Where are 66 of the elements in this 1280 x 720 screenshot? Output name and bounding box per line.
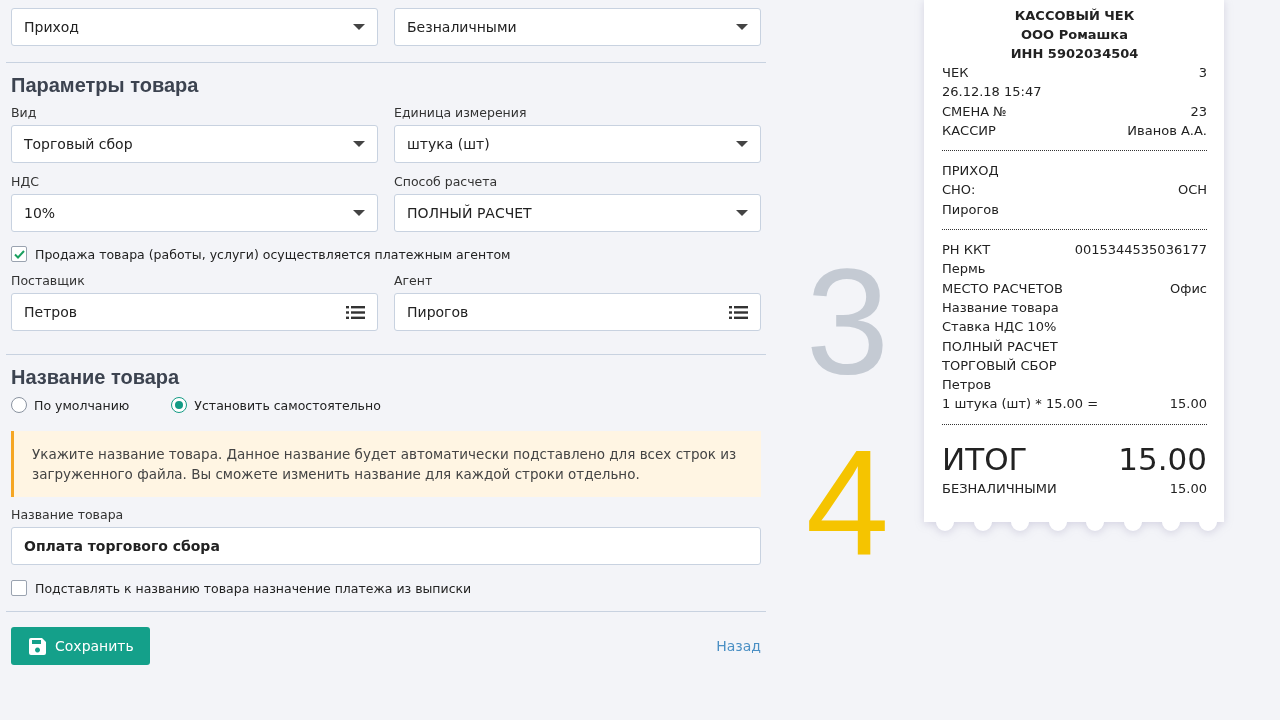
- receipt-text: ТОРГОВЫЙ СБОР: [942, 356, 1057, 375]
- field-label: Название товара: [11, 507, 124, 522]
- checkbox[interactable]: [11, 580, 27, 596]
- field-label: Единица измерения: [394, 105, 527, 120]
- dropdown[interactable]: Торговый сбор: [11, 125, 378, 163]
- receipt-value: 15.00: [1169, 479, 1207, 498]
- receipt-text: Петров: [942, 376, 992, 395]
- caret-icon: [353, 24, 365, 30]
- input-field[interactable]: Пирогов: [394, 293, 761, 331]
- radio-button[interactable]: [171, 397, 188, 413]
- receipt-text: ПОЛНЫЙ РАСЧЕТ: [942, 337, 1058, 356]
- checkbox-label: Продажа товара (работы, услуги) осуществляется платежным агентом: [35, 246, 511, 262]
- receipt-value: Иванов А.А.: [1127, 121, 1207, 140]
- radio-button[interactable]: [11, 397, 27, 413]
- caret-icon: [736, 24, 748, 30]
- list-icon[interactable]: [729, 305, 748, 319]
- field-label: Поставщик: [11, 273, 85, 288]
- caret-icon: [736, 141, 748, 147]
- receipt-value: 15.00: [1169, 395, 1207, 414]
- notice-message: Укажите название товара. Данное название будет автоматически подставлено для всех строк из загруженного файла. Вы сможете изменить название для каждой строки отдельно.: [11, 431, 761, 497]
- receipt-text: РН ККТ: [942, 241, 991, 260]
- receipt-value: ОСН: [1177, 181, 1207, 200]
- receipt-text: ЧЕК: [942, 64, 969, 82]
- dropdown[interactable]: ПОЛНЫЙ РАСЧЕТ: [394, 194, 761, 232]
- field-label: Способ расчета: [394, 174, 498, 189]
- receipt-text: СМЕНА №: [942, 102, 1007, 121]
- total-label: ИТОГ: [942, 439, 1028, 479]
- radio-label: По умолчанию: [34, 397, 130, 413]
- receipt-value: 0015344535036177: [1074, 241, 1207, 260]
- receipt-heading: КАССОВЫЙ ЧЕК: [1014, 7, 1135, 25]
- receipt-text: БЕЗНАЛИЧНЫМИ: [942, 479, 1057, 498]
- receipt-text: Пирогов: [942, 200, 999, 219]
- receipt-value: 3: [1198, 64, 1207, 82]
- receipt-text: Название товара: [942, 298, 1059, 317]
- radio-label: Установить самостоятельно: [194, 397, 381, 413]
- receipt-heading: ООО Ромашка: [1021, 26, 1128, 44]
- receipt-text: СНО:: [942, 181, 976, 200]
- field-label: Вид: [11, 105, 37, 120]
- receipt-text: Ставка НДС 10%: [942, 318, 1057, 337]
- receipt-text: Пермь: [942, 260, 986, 279]
- section-heading: Параметры товара: [11, 74, 199, 97]
- receipt-value: Офис: [1170, 279, 1207, 298]
- receipt-heading: ИНН 5902034504: [1010, 45, 1139, 63]
- dropdown[interactable]: Безналичными: [394, 8, 761, 46]
- step-number: 4: [805, 417, 890, 588]
- caret-icon: [736, 210, 748, 216]
- caret-icon: [353, 141, 365, 147]
- field-label: НДС: [11, 174, 39, 189]
- checkbox-label: Подставлять к названию товара назначение платежа из выписки: [35, 580, 472, 596]
- dropdown[interactable]: 10%: [11, 194, 378, 232]
- receipt-text: ПРИХОД: [942, 162, 999, 181]
- list-icon[interactable]: [346, 305, 365, 319]
- receipt-text: МЕСТО РАСЧЕТОВ: [942, 279, 1063, 298]
- section-heading: Название товара: [11, 366, 180, 389]
- total-amount: 15.00: [1118, 439, 1207, 479]
- input-field[interactable]: Оплата торгового сбора: [11, 527, 761, 565]
- dropdown[interactable]: Приход: [11, 8, 378, 46]
- checkbox[interactable]: [11, 246, 27, 262]
- input-field[interactable]: Петров: [11, 293, 378, 331]
- receipt-value: 23: [1190, 102, 1207, 121]
- receipt-text: КАССИР: [942, 121, 996, 140]
- dropdown[interactable]: штука (шт): [394, 125, 761, 163]
- receipt-text: 1 штука (шт) * 15.00 =: [942, 395, 1099, 414]
- field-label: Агент: [394, 273, 433, 288]
- receipt-text: 26.12.18 15:47: [942, 83, 1042, 102]
- caret-icon: [353, 210, 365, 216]
